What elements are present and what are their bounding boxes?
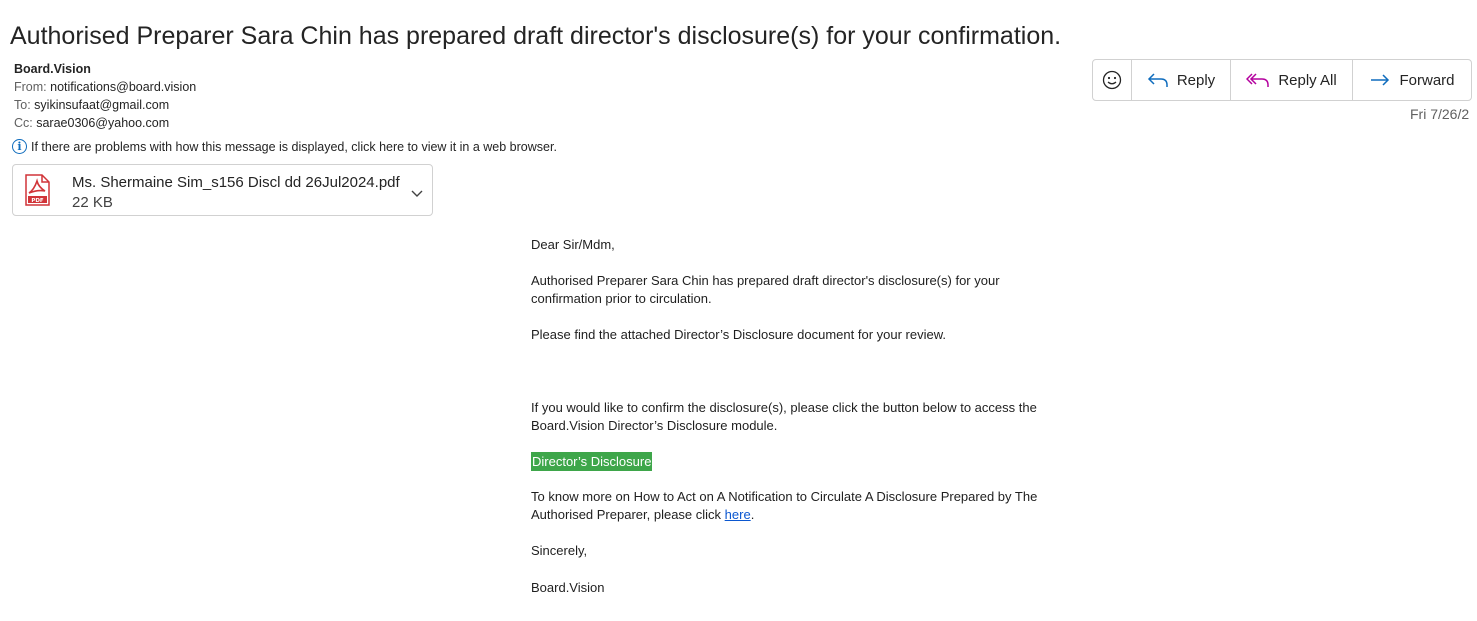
emoji-reaction-button[interactable] bbox=[1093, 60, 1132, 100]
body-paragraph-2: Please find the attached Director’s Disc… bbox=[531, 327, 946, 342]
cc-address[interactable]: sarae0306@yahoo.com bbox=[36, 116, 169, 130]
attachment-size: 22 KB bbox=[72, 194, 113, 211]
to-label: To: bbox=[14, 98, 31, 112]
body-signature: Board.Vision bbox=[531, 580, 605, 595]
pdf-file-icon: PDF bbox=[24, 174, 50, 211]
sender-name[interactable]: Board.Vision bbox=[14, 62, 91, 76]
cc-line: Cc: sarae0306@yahoo.com bbox=[14, 116, 169, 130]
pdf-badge-text: PDF bbox=[31, 198, 44, 204]
smiley-icon bbox=[1102, 70, 1122, 90]
reply-icon bbox=[1147, 72, 1177, 88]
directors-disclosure-button[interactable]: Director’s Disclosure bbox=[531, 452, 653, 471]
paragraph-4-text: To know more on How to Act on A Notifica… bbox=[531, 489, 1038, 522]
body-closing: Sincerely, bbox=[531, 543, 588, 558]
chevron-down-icon[interactable] bbox=[411, 185, 423, 203]
from-label: From: bbox=[14, 80, 47, 94]
reply-all-icon bbox=[1246, 72, 1278, 88]
body-paragraph-1: Authorised Preparer Sara Chin has prepar… bbox=[531, 273, 1000, 306]
body-greeting: Dear Sir/Mdm, bbox=[531, 237, 615, 252]
forward-label: Forward bbox=[1399, 71, 1455, 89]
reply-all-label: Reply All bbox=[1278, 71, 1337, 89]
body-paragraph-3: If you would like to confirm the disclos… bbox=[531, 400, 1037, 433]
help-here-link[interactable]: here bbox=[725, 507, 751, 522]
reply-label: Reply bbox=[1176, 71, 1216, 89]
attachment-card[interactable]: PDF Ms. Shermaine Sim_s156 Discl dd 26Ju… bbox=[12, 164, 433, 216]
message-actions: Reply Reply All Forward bbox=[1092, 59, 1472, 101]
from-line: From: notifications@board.vision bbox=[14, 80, 196, 94]
display-problem-notice[interactable]: i If there are problems with how this me… bbox=[12, 139, 557, 154]
cc-label: Cc: bbox=[14, 116, 33, 130]
info-icon: i bbox=[12, 139, 27, 154]
reply-all-button[interactable]: Reply All bbox=[1231, 60, 1353, 100]
from-address[interactable]: notifications@board.vision bbox=[50, 80, 196, 94]
to-line: To: syikinsufaat@gmail.com bbox=[14, 98, 169, 112]
paragraph-4-suffix: . bbox=[750, 507, 755, 522]
forward-arrow-icon bbox=[1369, 72, 1399, 88]
reply-button[interactable]: Reply bbox=[1132, 60, 1231, 100]
forward-button[interactable]: Forward bbox=[1353, 60, 1471, 100]
message-date: Fri 7/26/2 bbox=[1410, 106, 1470, 122]
display-problem-text[interactable]: If there are problems with how this mess… bbox=[31, 140, 557, 154]
body-paragraph-4: To know more on How to Act on A Notifica… bbox=[531, 488, 1051, 524]
to-address[interactable]: syikinsufaat@gmail.com bbox=[34, 98, 169, 112]
email-subject: Authorised Preparer Sara Chin has prepar… bbox=[10, 22, 1062, 50]
attachment-name[interactable]: Ms. Shermaine Sim_s156 Discl dd 26Jul202… bbox=[72, 174, 400, 191]
